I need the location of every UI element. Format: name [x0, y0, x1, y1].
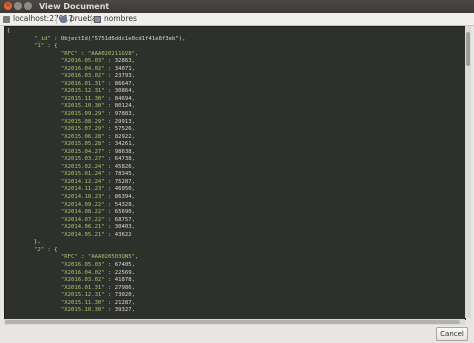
document-editor[interactable]: { "_id" : ObjectId("5751d6ddc1e0cd1f41e8…	[4, 26, 466, 320]
doc-entry-close: },	[7, 239, 41, 246]
database-icon	[60, 15, 67, 23]
doc-field-line: "X2015.04.27" : 98638,	[60, 148, 135, 155]
doc-entry-key: "2" : {	[33, 246, 58, 253]
doc-field-line: "X2015.09.29" : 97883,	[60, 111, 135, 118]
horizontal-scrollbar[interactable]	[4, 319, 465, 325]
database-label: prueba	[70, 14, 97, 23]
doc-open-brace: {	[7, 28, 11, 34]
doc-field-line: "X2016.04.02" : 22569,	[60, 269, 135, 276]
doc-field-line: "X2015.12.31" : 73020,	[60, 292, 135, 299]
doc-field-line: "X2015.07.29" : 57526,	[60, 126, 135, 133]
doc-field-line: "X2016.05.03" : 67405,	[60, 261, 135, 268]
close-window-icon[interactable]: ×	[4, 2, 12, 10]
doc-field-line: "X2015.10.30" : 80124,	[60, 103, 135, 110]
doc-field-line: "X2016.01.31" : 86647,	[60, 80, 135, 87]
doc-rfc-line: "RFC" : "AAA020503QN5",	[60, 254, 139, 261]
doc-field-line: "X2014.05.21" : 43622	[60, 231, 132, 238]
doc-field-line: "X2015.10.30" : 39327,	[60, 307, 135, 314]
document-json-text[interactable]: { "_id" : ObjectId("5751d6ddc1e0cd1f41e8…	[5, 27, 465, 315]
collection-label: nombres	[104, 14, 137, 23]
minimize-window-icon[interactable]	[14, 2, 22, 10]
doc-rfc-line: "RFC" : "AAA020211GV8",	[60, 50, 139, 57]
doc-field-line: "X2014.08.22" : 65690,	[60, 209, 135, 216]
doc-entry-key: "1" : {	[33, 43, 58, 50]
vertical-scrollbar[interactable]	[465, 26, 471, 318]
server-icon	[3, 15, 10, 23]
cancel-button[interactable]: Cancel	[436, 327, 468, 341]
doc-field-line: "X2016.05.03" : 32863,	[60, 58, 135, 65]
window-title: View Document	[39, 2, 110, 11]
doc-field-line: "X2014.07.22" : 68757,	[60, 216, 135, 223]
doc-field-line: "X2015.01.24" : 78345,	[60, 171, 135, 178]
title-bar: × View Document	[0, 0, 474, 13]
collection-icon	[94, 15, 101, 23]
maximize-window-icon[interactable]	[24, 2, 32, 10]
doc-field-line: "X2014.09.22" : 54328,	[60, 201, 135, 208]
doc-field-line: "X2014.10.23" : 86394,	[60, 194, 135, 201]
breadcrumb-collection[interactable]: nombres	[94, 13, 137, 25]
doc-field-line: "X2016.04.02" : 34071,	[60, 65, 135, 72]
doc-field-line: "X2016.03.02" : 23793,	[60, 73, 135, 80]
doc-field-line: "X2016.01.31" : 27986,	[60, 284, 135, 291]
doc-id-line: "_id" : ObjectId("5751d6ddc1e0cd1f41e8f3…	[33, 35, 186, 42]
horizontal-scrollbar-thumb[interactable]	[5, 320, 460, 324]
doc-field-line: "X2014.11.23" : 46050,	[60, 186, 135, 193]
doc-field-line: "X2015.03.27" : 64738,	[60, 156, 135, 163]
doc-field-line: "X2015.11.30" : 21287,	[60, 299, 135, 306]
doc-field-line: "X2015.11.30" : 84694,	[60, 95, 135, 102]
vertical-scrollbar-thumb[interactable]	[466, 32, 470, 66]
doc-field-line: "X2015.05.28" : 34261,	[60, 141, 135, 148]
doc-field-line: "X2015.06.28" : 82922,	[60, 133, 135, 140]
doc-field-line: "X2014.06.21" : 30403,	[60, 224, 135, 231]
breadcrumb-divider	[91, 14, 92, 24]
doc-field-line: "X2014.12.24" : 75287,	[60, 178, 135, 185]
doc-field-line: "X2015.08.29" : 29913,	[60, 118, 135, 125]
breadcrumb-divider	[56, 14, 57, 24]
doc-field-line: "X2015.12.31" : 30864,	[60, 88, 135, 95]
breadcrumb: localhost:27017 prueba nombres	[0, 13, 474, 26]
doc-field-line: "X2016.03.02" : 41878,	[60, 277, 135, 284]
doc-field-line: "X2015.02.24" : 45826,	[60, 163, 135, 170]
